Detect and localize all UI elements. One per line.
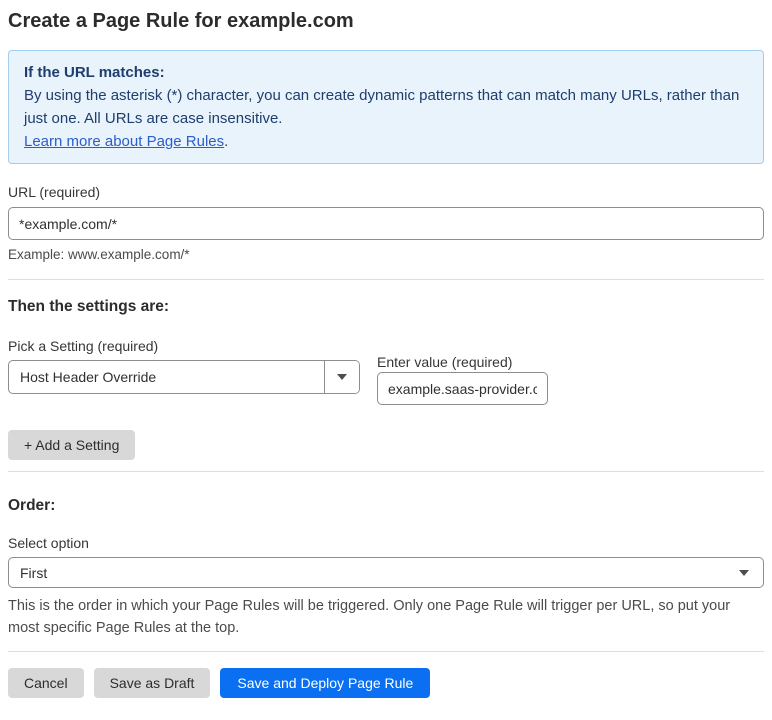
pick-setting-dropdown[interactable]: Host Header Override bbox=[8, 360, 360, 394]
settings-heading: Then the settings are: bbox=[8, 298, 170, 315]
learn-more-page-rules-link[interactable]: Learn more about Page Rules bbox=[24, 133, 224, 150]
enter-value-column: Enter value (required) bbox=[377, 338, 548, 405]
select-option-label: Select option bbox=[8, 535, 89, 551]
order-help-text: This is the order in which your Page Rul… bbox=[8, 598, 731, 636]
settings-row: Pick a Setting (required) Host Header Ov… bbox=[8, 338, 764, 405]
cancel-button[interactable]: Cancel bbox=[8, 668, 84, 698]
url-label: URL (required) bbox=[8, 184, 101, 200]
add-setting-button[interactable]: + Add a Setting bbox=[8, 430, 136, 460]
setting-value-input[interactable] bbox=[377, 372, 548, 405]
create-page-rule-form: Create a Page Rule for example.com If th… bbox=[0, 9, 772, 711]
chevron-down-icon[interactable] bbox=[324, 361, 359, 393]
url-example-text: Example: www.example.com/* bbox=[8, 247, 190, 262]
enter-value-label: Enter value (required) bbox=[377, 354, 513, 370]
chevron-down-icon bbox=[739, 569, 749, 576]
link-period: . bbox=[224, 133, 229, 150]
pick-setting-label: Pick a Setting (required) bbox=[8, 338, 159, 354]
footer-buttons: Cancel Save as Draft Save and Deploy Pag… bbox=[8, 668, 764, 698]
page-title: Create a Page Rule for example.com bbox=[8, 10, 354, 32]
url-input[interactable] bbox=[8, 207, 764, 240]
info-box-body: By using the asterisk (*) character, you… bbox=[24, 87, 740, 127]
save-as-draft-button[interactable]: Save as Draft bbox=[93, 668, 211, 698]
chevron-down-glyph bbox=[337, 374, 347, 380]
save-and-deploy-button[interactable]: Save and Deploy Page Rule bbox=[220, 668, 431, 698]
pick-setting-column: Pick a Setting (required) Host Header Ov… bbox=[8, 338, 360, 394]
order-heading: Order: bbox=[8, 497, 56, 514]
pick-setting-value: Host Header Override bbox=[20, 369, 157, 385]
divider bbox=[8, 279, 764, 280]
order-select-value: First bbox=[20, 564, 48, 581]
order-select[interactable]: First bbox=[8, 557, 764, 588]
divider bbox=[8, 471, 764, 472]
info-box-link-line: Learn more about Page Rules. bbox=[24, 130, 748, 153]
url-matches-info-box: If the URL matches: By using the asteris… bbox=[8, 50, 764, 164]
divider bbox=[8, 651, 764, 652]
info-box-heading: If the URL matches: bbox=[24, 64, 165, 81]
